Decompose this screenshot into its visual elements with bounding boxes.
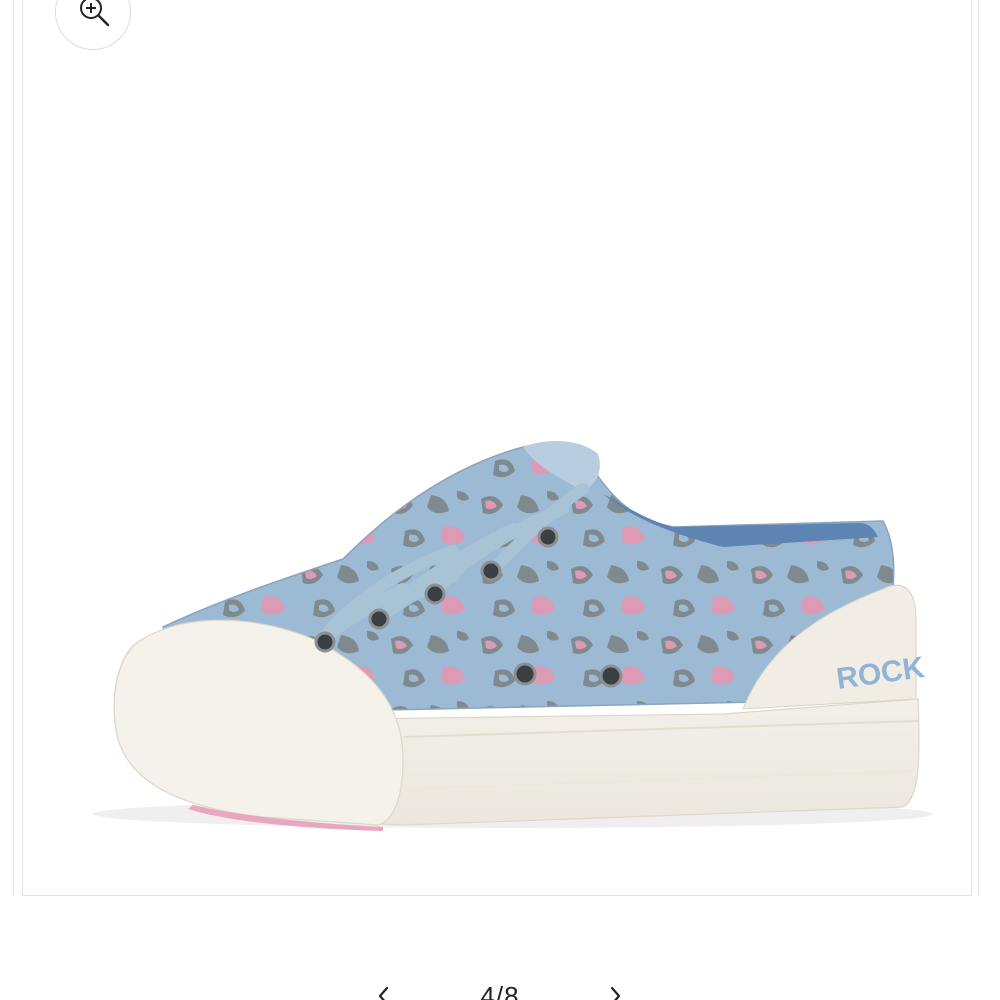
chevron-left-icon[interactable] (372, 984, 396, 1000)
chevron-right-icon[interactable] (603, 984, 627, 1000)
product-gallery-page: ROCK 4/8 (0, 0, 1000, 1000)
previous-slide-edge[interactable] (0, 0, 14, 896)
next-slide-edge[interactable] (978, 0, 1000, 896)
product-image-slide[interactable]: ROCK (22, 0, 972, 896)
zoom-in-icon (80, 0, 110, 27)
gallery-pager: 4/8 (0, 976, 1000, 1000)
slide-counter: 4/8 (480, 981, 520, 1000)
sneaker-image: ROCK (93, 441, 933, 831)
